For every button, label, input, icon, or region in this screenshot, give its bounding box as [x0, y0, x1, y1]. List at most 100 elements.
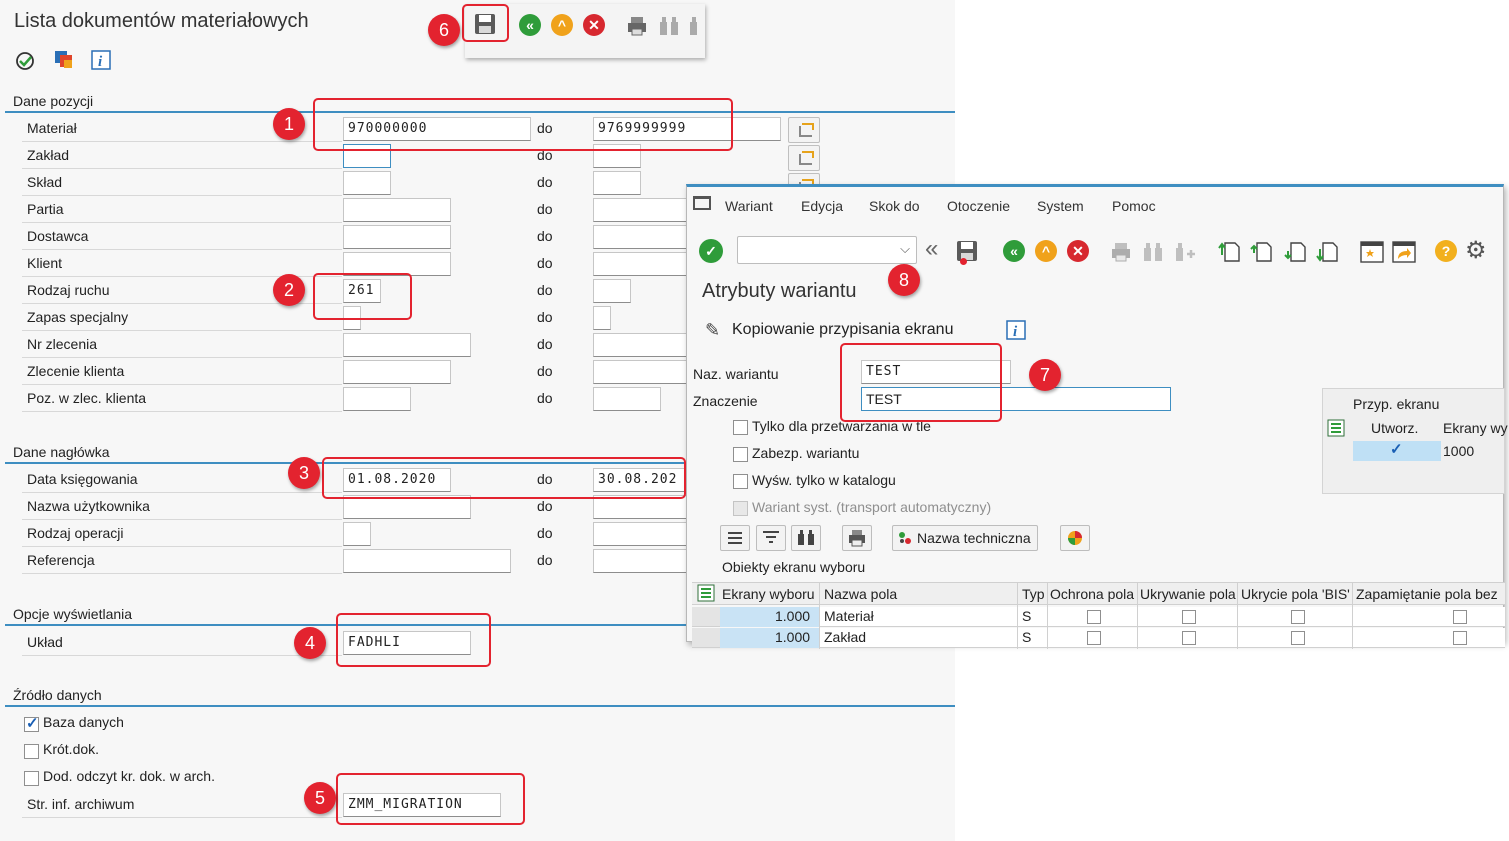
- settings-gear-icon[interactable]: ⚙: [1465, 237, 1487, 265]
- field-label: Klient: [27, 255, 63, 271]
- range-to-label: do: [537, 201, 553, 217]
- grid-checkbox[interactable]: [1182, 631, 1196, 645]
- range-from-input[interactable]: [343, 171, 391, 195]
- shortcut-icon[interactable]: [1391, 239, 1417, 265]
- annotation-box-archive: [336, 773, 525, 825]
- data-source-checkbox[interactable]: [24, 771, 39, 786]
- grid-column-header[interactable]: Zapamiętanie pola bez: [1356, 586, 1498, 602]
- annotation-box-layout: [336, 613, 491, 667]
- page-title: Lista dokumentów materiałowych: [14, 10, 309, 32]
- multiple-selection-button[interactable]: [788, 117, 820, 143]
- grid-column-header[interactable]: Ekrany wyboru: [722, 586, 815, 602]
- range-to-input[interactable]: [593, 198, 701, 222]
- sort-ascending-button[interactable]: [720, 525, 750, 551]
- command-field[interactable]: ⌵: [737, 236, 917, 264]
- find-next-icon[interactable]: [1173, 240, 1197, 264]
- exit-icon[interactable]: ^: [1035, 240, 1057, 262]
- range-to-input[interactable]: [593, 549, 693, 573]
- variant-option-checkbox[interactable]: [733, 420, 748, 435]
- range-to-label: do: [537, 282, 553, 298]
- last-page-icon[interactable]: [1315, 239, 1341, 265]
- find-next-icon[interactable]: [687, 14, 703, 38]
- grid-column-header[interactable]: Nazwa pola: [824, 586, 897, 602]
- previous-page-icon[interactable]: [1249, 239, 1275, 265]
- variant-option-label: Zabezp. wariantu: [752, 445, 860, 461]
- range-to-input[interactable]: [593, 306, 611, 330]
- range-to-input[interactable]: [593, 387, 661, 411]
- technical-name-button[interactable]: Nazwa techniczna: [892, 525, 1038, 551]
- cancel-icon[interactable]: ✕: [583, 14, 605, 36]
- range-from-input[interactable]: [343, 198, 451, 222]
- new-session-icon[interactable]: [1359, 239, 1385, 265]
- cancel-icon[interactable]: ✕: [1067, 240, 1089, 262]
- menu-item[interactable]: Wariant: [725, 198, 773, 214]
- menu-item[interactable]: Edycja: [801, 198, 843, 214]
- multiple-selection-button[interactable]: [788, 145, 820, 171]
- range-from-input[interactable]: [343, 225, 451, 249]
- variant-option-checkbox[interactable]: [733, 447, 748, 462]
- data-source-checkbox[interactable]: [24, 714, 39, 732]
- grid-checkbox[interactable]: [1087, 631, 1101, 645]
- range-to-input[interactable]: [593, 279, 631, 303]
- grid-checkbox[interactable]: [1453, 631, 1467, 645]
- range-to-input[interactable]: [593, 360, 701, 384]
- table-settings-icon[interactable]: [1327, 419, 1345, 437]
- variants-icon[interactable]: [52, 48, 74, 70]
- color-legend-button[interactable]: [1060, 525, 1090, 551]
- range-from-input[interactable]: [343, 522, 371, 546]
- grid-checkbox[interactable]: [1291, 631, 1305, 645]
- print-icon[interactable]: [625, 14, 649, 38]
- range-to-input[interactable]: [593, 522, 693, 546]
- help-icon[interactable]: ?: [1435, 240, 1457, 262]
- dialog-menu-icon[interactable]: [693, 196, 711, 210]
- row-underline: [22, 222, 342, 223]
- menu-item[interactable]: Otoczenie: [947, 198, 1010, 214]
- field-label: Data księgowania: [27, 471, 138, 487]
- grid-settings-icon[interactable]: [697, 584, 715, 602]
- range-from-input[interactable]: [343, 333, 471, 357]
- grid-column-header[interactable]: Typ: [1022, 586, 1045, 602]
- range-to-input[interactable]: [593, 171, 641, 195]
- grid-checkbox[interactable]: [1291, 610, 1305, 624]
- variant-option-checkbox[interactable]: [733, 501, 748, 516]
- info-icon[interactable]: i: [1005, 319, 1027, 341]
- range-to-input[interactable]: [593, 252, 701, 276]
- annotation-marker-4: 4: [294, 627, 326, 659]
- back-icon[interactable]: «: [1003, 240, 1025, 262]
- utworz-checkbox[interactable]: [1389, 440, 1403, 458]
- range-to-input[interactable]: [593, 225, 701, 249]
- grid-checkbox[interactable]: [1453, 610, 1467, 624]
- range-from-input[interactable]: [343, 387, 411, 411]
- collapse-icon[interactable]: «: [925, 237, 938, 261]
- copy-screen-assignment-link[interactable]: Kopiowanie przypisania ekranu: [732, 321, 953, 339]
- filter-button[interactable]: [756, 525, 786, 551]
- menu-item[interactable]: Pomoc: [1112, 198, 1156, 214]
- next-page-icon[interactable]: [1283, 239, 1309, 265]
- range-from-input[interactable]: [343, 549, 511, 573]
- info-icon[interactable]: i: [90, 49, 112, 71]
- grid-column-header[interactable]: Ukrycie pola 'BIS': [1241, 586, 1350, 602]
- variant-option-checkbox[interactable]: [733, 474, 748, 489]
- menu-item[interactable]: System: [1037, 198, 1084, 214]
- confirm-icon[interactable]: ✓: [699, 239, 723, 263]
- print-icon[interactable]: [1109, 240, 1133, 264]
- grid-column-header[interactable]: Ochrona pola: [1050, 586, 1134, 602]
- print-button[interactable]: [842, 525, 872, 551]
- find-button[interactable]: [791, 525, 821, 551]
- range-to-label: do: [537, 336, 553, 352]
- grid-column-header[interactable]: Ukrywanie pola: [1140, 586, 1236, 602]
- data-source-checkbox[interactable]: [24, 744, 39, 759]
- find-icon[interactable]: [1141, 240, 1165, 264]
- first-page-icon[interactable]: [1217, 239, 1243, 265]
- exit-icon[interactable]: ^: [551, 14, 573, 36]
- find-icon[interactable]: [657, 14, 681, 38]
- grid-checkbox[interactable]: [1087, 610, 1101, 624]
- back-icon[interactable]: «: [519, 14, 541, 36]
- save-icon[interactable]: [955, 239, 979, 263]
- menu-item[interactable]: Skok do: [869, 198, 920, 214]
- row-selector[interactable]: [692, 607, 720, 627]
- range-from-input[interactable]: [343, 360, 451, 384]
- execute-icon[interactable]: [14, 50, 36, 72]
- row-selector[interactable]: [692, 628, 720, 648]
- grid-checkbox[interactable]: [1182, 610, 1196, 624]
